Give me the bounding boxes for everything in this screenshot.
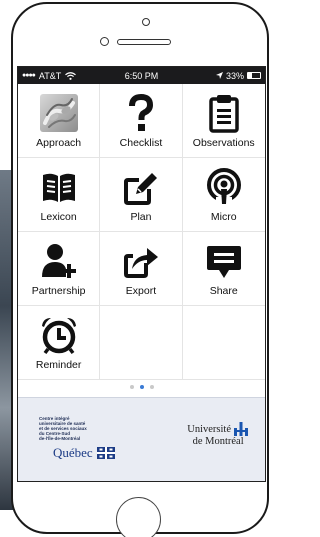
menu-tile-micro[interactable]: Micro xyxy=(182,158,265,232)
book-icon xyxy=(39,167,79,207)
app-menu-grid: Approach Checklist Observations Lexicon … xyxy=(18,84,265,380)
carrier-label: AT&T xyxy=(38,70,62,81)
tile-label: Approach xyxy=(36,137,82,149)
battery-percent: 33% xyxy=(225,70,244,81)
um-building-icon xyxy=(234,422,248,436)
university-line2: de Montréal xyxy=(192,436,244,447)
message-icon xyxy=(204,241,244,281)
wifi-icon xyxy=(65,71,77,80)
tile-label: Share xyxy=(209,285,238,297)
sensor-dot xyxy=(142,18,150,26)
tile-label: Observations xyxy=(192,137,255,149)
tile-label: Reminder xyxy=(35,359,82,371)
alarm-clock-icon xyxy=(39,315,79,355)
battery-icon xyxy=(247,72,261,79)
university-line1: Université xyxy=(187,424,231,435)
signal-icon: ●●●● xyxy=(22,72,36,79)
menu-tile-share[interactable]: Share xyxy=(182,232,265,306)
empty-tile xyxy=(182,306,265,380)
menu-tile-checklist[interactable]: Checklist xyxy=(100,84,183,158)
speaker-grille xyxy=(117,39,171,45)
menu-tile-lexicon[interactable]: Lexicon xyxy=(18,158,101,232)
fleur-de-lis-flag-icon xyxy=(96,447,115,459)
menu-tile-export[interactable]: Export xyxy=(100,232,183,306)
partner-logos-footer: Centre intégré universitaire de santé et… xyxy=(18,397,265,481)
tile-label: Micro xyxy=(210,211,237,223)
tile-label: Partnership xyxy=(31,285,86,297)
location-arrow-icon xyxy=(215,72,223,79)
quebec-wordmark: Québec xyxy=(53,445,93,460)
page-dot[interactable] xyxy=(139,385,144,389)
tile-label: Checklist xyxy=(119,137,163,149)
menu-tile-approach[interactable]: Approach xyxy=(18,84,101,158)
empty-tile xyxy=(100,306,183,380)
edit-icon xyxy=(121,167,161,207)
menu-tile-partnership[interactable]: Partnership xyxy=(18,232,101,306)
front-camera xyxy=(100,37,109,46)
org-line: de-l'Île-de-Montréal xyxy=(39,436,81,441)
quebec-health-logo: Centre intégré universitaire de santé et… xyxy=(39,416,139,461)
universite-de-montreal-logo: Université de Montréal xyxy=(187,422,249,448)
page-dot[interactable] xyxy=(149,385,154,389)
app-screen: ●●●● AT&T 6:50 PM 33% Approach Checklist… xyxy=(17,66,266,482)
status-bar: ●●●● AT&T 6:50 PM 33% xyxy=(18,67,265,84)
podcast-icon xyxy=(204,167,244,207)
tile-label: Lexicon xyxy=(40,211,77,223)
share-arrow-icon xyxy=(121,241,161,281)
page-dot[interactable] xyxy=(129,385,134,389)
add-user-icon xyxy=(39,241,79,281)
tile-label: Plan xyxy=(130,211,152,223)
tile-label: Export xyxy=(125,285,157,297)
question-mark-icon xyxy=(121,93,161,133)
clipboard-icon xyxy=(204,93,244,133)
menu-tile-reminder[interactable]: Reminder xyxy=(18,306,101,380)
menu-tile-observations[interactable]: Observations xyxy=(182,84,265,158)
approach-icon xyxy=(39,93,79,133)
menu-tile-plan[interactable]: Plan xyxy=(100,158,183,232)
home-button[interactable] xyxy=(116,497,161,537)
page-indicator[interactable] xyxy=(18,385,265,389)
